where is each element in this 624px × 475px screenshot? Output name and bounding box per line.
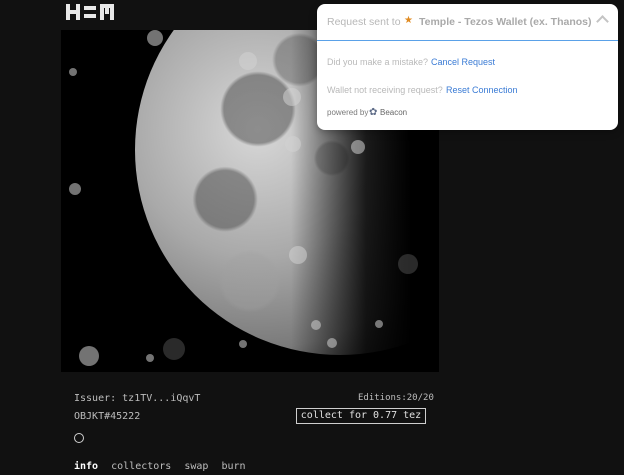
bubble (146, 354, 154, 362)
bubble (311, 320, 321, 330)
tab-burn[interactable]: burn (222, 461, 246, 472)
mistake-question: Did you make a mistake? (327, 57, 429, 67)
bubble (69, 68, 77, 76)
bubble (289, 246, 307, 264)
issuer-label[interactable]: Issuer: tz1TV...iQqvT (74, 393, 200, 404)
bubble (285, 136, 301, 152)
circle-outline-icon[interactable] (74, 433, 84, 443)
tab-collectors[interactable]: collectors (111, 461, 171, 472)
tab-swap[interactable]: swap (184, 461, 208, 472)
temple-wallet-icon: ★ (404, 15, 413, 26)
bubble (351, 140, 365, 154)
beacon-name: Beacon (380, 108, 408, 117)
cancel-request-link[interactable]: Cancel Request (431, 57, 495, 67)
beacon-popup-header[interactable]: Request sent to ★ Temple - Tezos Wallet … (317, 4, 618, 41)
powered-by-label: powered by (327, 108, 369, 117)
collect-button[interactable]: collect for 0.77 tez (296, 408, 426, 424)
request-sent-label: Request sent to (327, 16, 401, 28)
hen-logo-icon[interactable] (66, 4, 114, 20)
bubble (239, 340, 247, 348)
bubble (69, 183, 81, 195)
bubble (375, 320, 383, 328)
wallet-name: Temple - Tezos Wallet (ex. Thanos) (419, 16, 592, 28)
bubble (398, 254, 418, 274)
editions-count: Editions:20/20 (358, 393, 434, 403)
bubble (239, 52, 257, 70)
objkt-id: OBJKT#45222 (74, 411, 141, 422)
bubble (283, 88, 301, 106)
tab-info[interactable]: info (74, 461, 98, 472)
objkt-tabs: info collectors swap burn (74, 461, 253, 472)
reset-connection-link[interactable]: Reset Connection (446, 85, 518, 95)
beacon-logo-icon: ✿ (369, 107, 378, 118)
bubble (79, 346, 99, 366)
bubble (327, 338, 337, 348)
bubble (147, 30, 163, 46)
bubble (163, 338, 185, 360)
chevron-up-icon[interactable] (596, 15, 609, 28)
beacon-popup: Request sent to ★ Temple - Tezos Wallet … (317, 4, 618, 130)
receiving-question: Wallet not receiving request? (327, 85, 443, 95)
